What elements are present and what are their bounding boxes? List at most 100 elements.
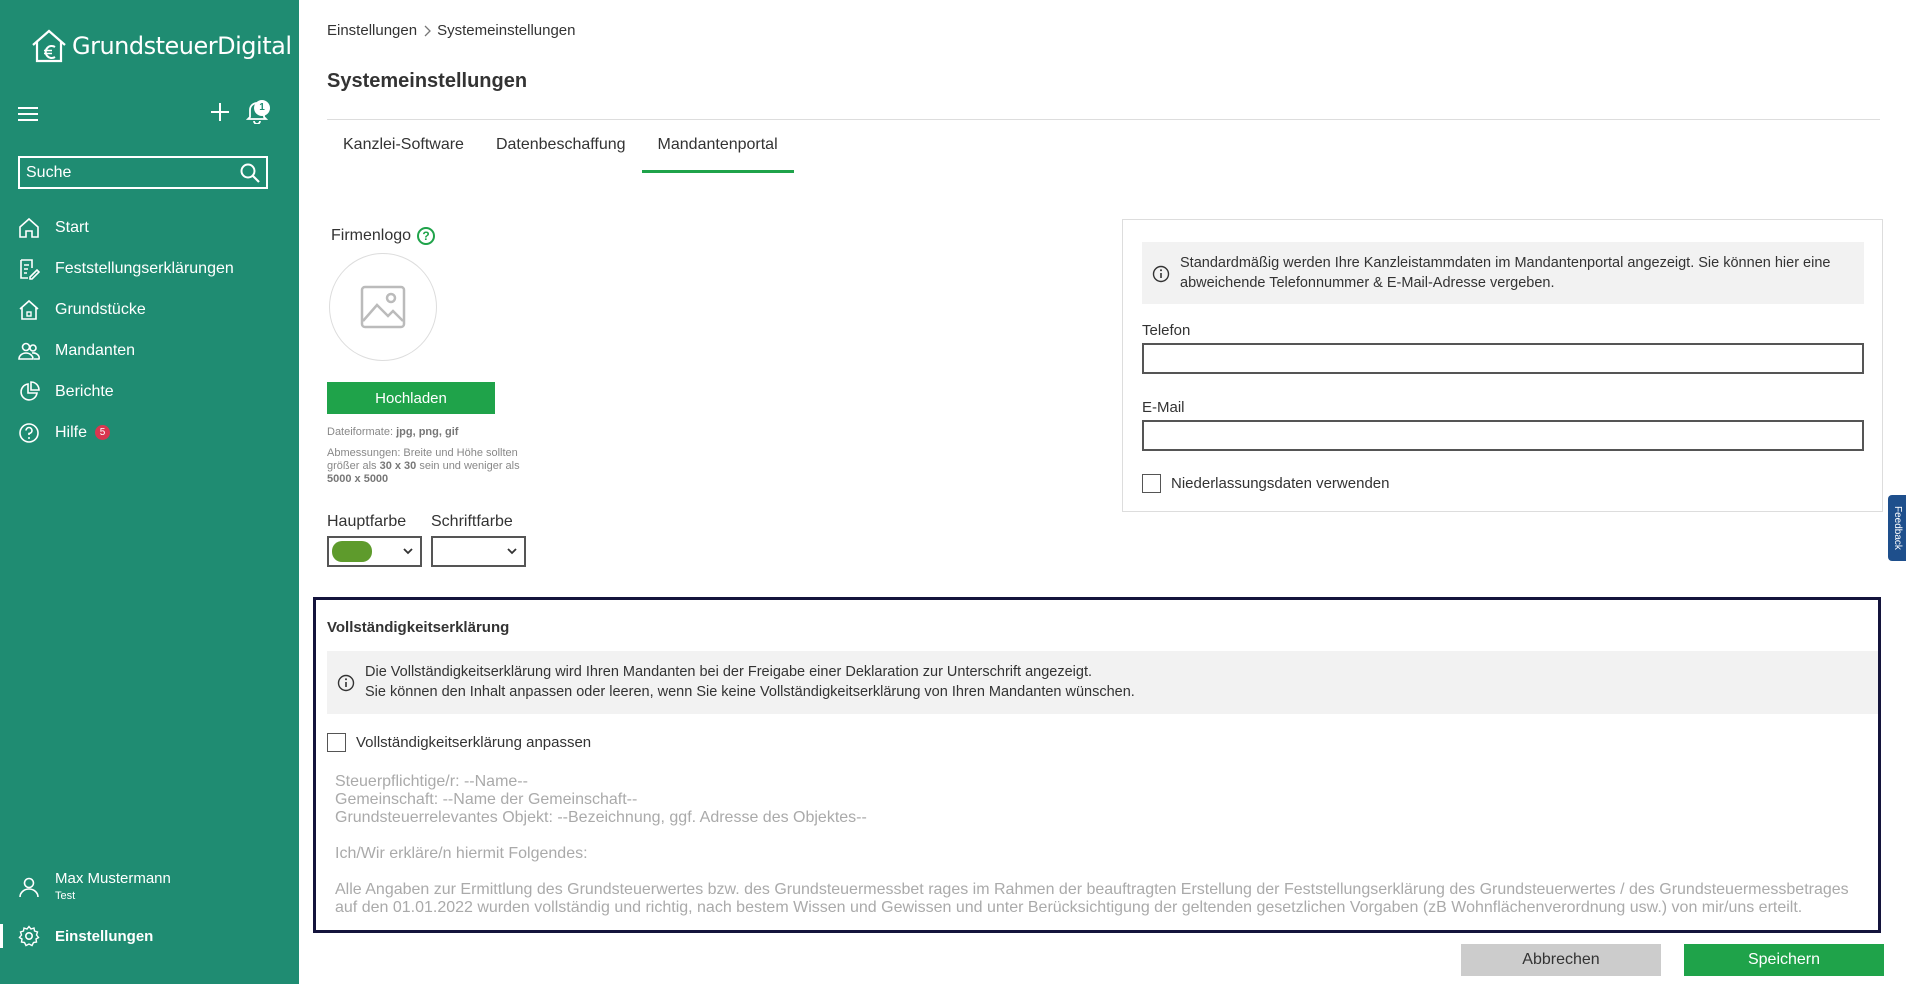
branch-data-label: Niederlassungsdaten verwenden (1171, 475, 1390, 492)
logo-text: GrundsteuerDigital (72, 32, 292, 60)
sidebar-item-grundstuecke[interactable]: Grundstücke (0, 289, 299, 330)
file-formats-value: jpg, png, gif (396, 426, 459, 438)
sidebar-item-start[interactable]: Start (0, 207, 299, 248)
user-role: Test (55, 890, 76, 902)
search-input[interactable] (20, 158, 230, 187)
branch-data-checkbox[interactable] (1142, 474, 1161, 493)
main-color-swatch (332, 541, 372, 562)
firmenlogo-label-text: Firmenlogo (331, 227, 412, 244)
text-line: Gemeinschaft: --Name der Gemeinschaft-- (335, 791, 638, 808)
sidebar-item-label: Grundstücke (55, 300, 146, 318)
sidebar-item-label: Feststellungserklärungen (55, 259, 234, 277)
page-title: Systemeinstellungen (327, 70, 528, 92)
sidebar-item-mandanten[interactable]: Mandanten (0, 330, 299, 371)
info-icon (337, 674, 355, 692)
title-divider (327, 119, 1880, 120)
font-color-label: Schriftfarbe (431, 513, 513, 530)
upload-button[interactable]: Hochladen (327, 382, 495, 414)
main-content: Einstellungen Systemeinstellungen System… (299, 0, 1907, 984)
text-line: Grundsteuerrelevantes Objekt: --Bezeichn… (335, 809, 867, 826)
cancel-button[interactable]: Abbrechen (1461, 944, 1661, 976)
customize-checkbox[interactable] (327, 733, 346, 752)
completeness-textarea[interactable]: Steuerpflichtige/r: --Name-- Gemeinschaf… (327, 773, 1867, 930)
sidebar-item-berichte[interactable]: Berichte (0, 371, 299, 412)
contact-info-text: Standardmäßig werden Ihre Kanzleistammda… (1180, 255, 1831, 291)
sidebar-nav: Start Feststellungserklärungen Grundstüc… (0, 207, 299, 453)
sidebar-item-feststellungserklaerungen[interactable]: Feststellungserklärungen (0, 248, 299, 289)
dimensions-info: Abmessungen: Breite und Höhe sollten grö… (327, 447, 547, 486)
main-color-select[interactable] (327, 536, 422, 567)
sidebar-item-label: Start (55, 218, 89, 236)
sidebar-item-label: Mandanten (55, 341, 136, 359)
user-name: Max Mustermann (55, 870, 171, 887)
sidebar-item-einstellungen[interactable]: Einstellungen (0, 916, 299, 956)
text-line: Steuerpflichtige/r: --Name-- (335, 773, 528, 790)
contact-info-box: Standardmäßig werden Ihre Kanzleistammda… (1142, 242, 1864, 304)
user-icon (19, 877, 39, 898)
contact-panel: Standardmäßig werden Ihre Kanzleistammda… (1122, 219, 1883, 512)
text-line: Alle Angaben zur Ermittlung des Grundste… (335, 881, 1849, 916)
breadcrumb-item-einstellungen[interactable]: Einstellungen (327, 22, 417, 39)
file-formats-info: Dateiformate: jpg, png, gif (327, 426, 458, 439)
color-labels: Hauptfarbe Schriftfarbe (327, 513, 513, 531)
dimensions-mid: sein und weniger als (416, 460, 520, 472)
breadcrumb: Einstellungen Systemeinstellungen (327, 22, 576, 39)
main-color-label: Hauptfarbe (327, 513, 407, 530)
text-gap (335, 863, 1859, 881)
house-icon (19, 299, 39, 320)
notification-badge: 1 (254, 100, 270, 116)
text-gap (335, 827, 1859, 845)
search-icon[interactable] (240, 163, 260, 183)
sidebar-item-label: Hilfe (55, 423, 88, 441)
sidebar-item-label: Berichte (55, 382, 114, 400)
sidebar: GrundsteuerDigital 1 Start Feststellungs… (0, 0, 299, 984)
dimensions-min: 30 x 30 (379, 460, 417, 472)
font-color-select[interactable] (431, 536, 526, 567)
form-footer: Abbrechen Speichern (299, 940, 1907, 984)
plus-icon[interactable] (210, 102, 230, 122)
feedback-tab[interactable]: Feedback (1888, 495, 1906, 561)
phone-input[interactable] (1142, 343, 1864, 374)
home-icon (19, 217, 39, 238)
chevron-right-icon (424, 25, 431, 36)
dimensions-max: 5000 x 5000 (327, 473, 389, 485)
completeness-section: Vollständigkeitserklärung Die Vollständi… (313, 597, 1881, 933)
user-profile[interactable]: Max Mustermann Test (18, 870, 171, 902)
logo-placeholder (329, 253, 437, 361)
help-badge: 5 (95, 425, 111, 440)
completeness-info-line2: Sie können den Inhalt anpassen oder leer… (365, 684, 1135, 700)
pie-chart-icon (20, 380, 40, 401)
image-icon (360, 285, 406, 329)
customize-row[interactable]: Vollständigkeitserklärung anpassen (327, 733, 591, 752)
sidebar-item-hilfe[interactable]: Hilfe 5 (0, 412, 299, 453)
tab-datenbeschaffung[interactable]: Datenbeschaffung (480, 135, 642, 173)
completeness-info-line1: Die Vollständigkeitserklärung wird Ihren… (365, 664, 1092, 680)
house-euro-logo-icon (32, 29, 66, 63)
document-edit-icon (20, 258, 40, 280)
text-line: Ich/Wir erkläre/n hiermit Folgendes: (335, 845, 588, 862)
tab-mandantenportal[interactable]: Mandantenportal (641, 135, 794, 173)
save-button[interactable]: Speichern (1684, 944, 1884, 976)
menu-icon[interactable] (18, 106, 38, 122)
firmenlogo-label: Firmenlogo ? (331, 227, 436, 245)
email-input[interactable] (1142, 420, 1864, 451)
users-icon (18, 342, 40, 360)
chevron-down-icon (403, 548, 413, 555)
search-box (18, 156, 268, 189)
phone-label: Telefon (1142, 322, 1191, 339)
email-label: E-Mail (1142, 399, 1185, 416)
sidebar-item-label: Einstellungen (55, 927, 154, 945)
completeness-info-box: Die Vollständigkeitserklärung wird Ihren… (327, 651, 1878, 714)
tab-bar: Kanzlei-Software Datenbeschaffung Mandan… (327, 135, 794, 173)
app-logo[interactable]: GrundsteuerDigital (30, 28, 292, 64)
help-icon[interactable]: ? (417, 227, 436, 245)
branch-data-row[interactable]: Niederlassungsdaten verwenden (1142, 474, 1389, 493)
completeness-title: Vollständigkeitserklärung (327, 619, 510, 636)
help-icon (19, 422, 39, 443)
file-formats-prefix: Dateiformate: (327, 426, 397, 438)
tab-kanzlei-software[interactable]: Kanzlei-Software (327, 135, 480, 173)
gear-icon (18, 925, 40, 947)
chevron-down-icon (507, 548, 517, 555)
info-icon (1152, 265, 1170, 283)
breadcrumb-item-systemeinstellungen: Systemeinstellungen (437, 22, 576, 39)
